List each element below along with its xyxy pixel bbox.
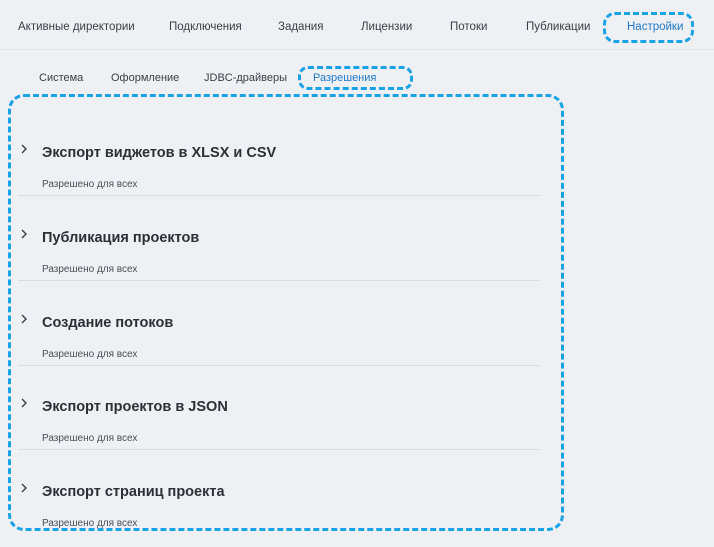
tab-licenses[interactable]: Лицензии — [361, 21, 412, 33]
permissions-subtab-highlight — [298, 66, 413, 90]
permission-title[interactable]: Создание потоков — [42, 315, 173, 331]
permission-title[interactable]: Экспорт проектов в JSON — [42, 399, 228, 415]
subtab-appearance[interactable]: Оформление — [111, 72, 179, 84]
settings-tab-highlight — [603, 12, 694, 43]
tab-jobs[interactable]: Задания — [278, 21, 323, 33]
tab-connections[interactable]: Подключения — [169, 21, 242, 33]
permission-title[interactable]: Экспорт виджетов в XLSX и CSV — [42, 145, 276, 161]
chevron-right-icon[interactable] — [18, 397, 30, 409]
permission-title[interactable]: Экспорт страниц проекта — [42, 484, 225, 500]
permission-status: Разрешено для всех — [42, 264, 138, 275]
chevron-right-icon[interactable] — [18, 143, 30, 155]
permission-status: Разрешено для всех — [42, 179, 138, 190]
chevron-right-icon[interactable] — [18, 482, 30, 494]
permission-status: Разрешено для всех — [42, 349, 138, 360]
permission-status: Разрешено для всех — [42, 518, 138, 529]
permission-status: Разрешено для всех — [42, 433, 138, 444]
permission-section: Публикация проектов Разрешено для всех — [18, 196, 540, 281]
permission-section: Экспорт страниц проекта Разрешено для вс… — [18, 450, 540, 535]
permission-section: Экспорт виджетов в XLSX и CSV Разрешено … — [18, 111, 540, 196]
tab-flows[interactable]: Потоки — [450, 21, 487, 33]
permission-section: Создание потоков Разрешено для всех — [18, 281, 540, 366]
tab-publications[interactable]: Публикации — [526, 21, 590, 33]
subtab-system[interactable]: Система — [39, 72, 83, 84]
chevron-right-icon[interactable] — [18, 228, 30, 240]
tab-active-directories[interactable]: Активные директории — [18, 21, 135, 33]
chevron-right-icon[interactable] — [18, 313, 30, 325]
permission-title[interactable]: Публикация проектов — [42, 230, 199, 246]
subtab-jdbc-drivers[interactable]: JDBC-драйверы — [204, 72, 287, 84]
permission-section: Экспорт проектов в JSON Разрешено для вс… — [18, 365, 540, 450]
